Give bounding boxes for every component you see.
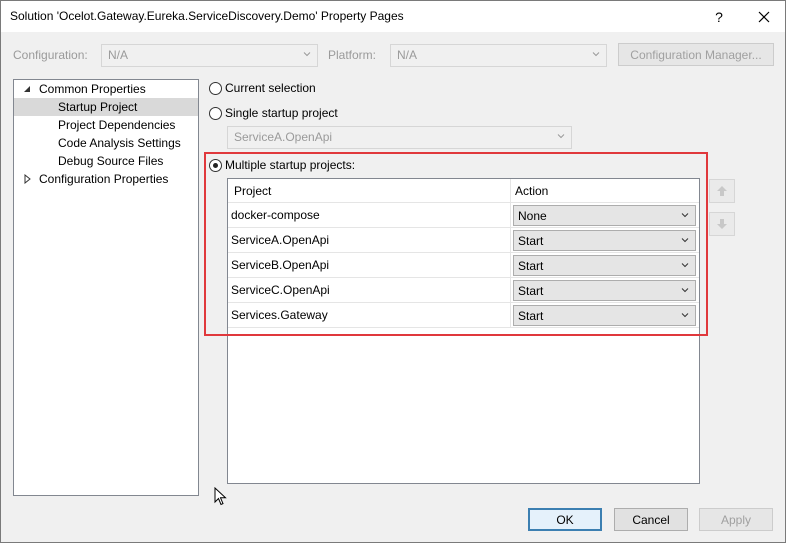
help-button[interactable]: ? xyxy=(701,1,737,32)
configuration-value: N/A xyxy=(108,48,129,62)
configuration-label: Configuration: xyxy=(13,48,88,62)
mouse-cursor-icon xyxy=(214,487,227,506)
apply-button[interactable]: Apply xyxy=(699,508,773,531)
current-selection-radio[interactable] xyxy=(209,82,222,95)
single-startup-select[interactable]: ServiceA.OpenApi xyxy=(227,126,572,149)
tree-item-startup-project[interactable]: Startup Project xyxy=(14,98,198,116)
expanded-triangle-icon xyxy=(24,86,30,92)
tree-item-label: Project Dependencies xyxy=(58,118,176,132)
chevron-down-icon xyxy=(592,52,600,57)
move-down-button[interactable] xyxy=(709,212,735,236)
title-bar: Solution 'Ocelot.Gateway.Eureka.ServiceD… xyxy=(1,1,785,32)
configuration-manager-label: Configuration Manager... xyxy=(630,47,762,62)
tree-item-label: Startup Project xyxy=(58,100,138,114)
collapsed-triangle-icon xyxy=(24,174,31,184)
arrow-down-icon xyxy=(717,219,727,229)
tree-item-common-properties[interactable]: Common Properties xyxy=(14,80,198,98)
tree-item-debug-source-files[interactable]: Debug Source Files xyxy=(14,152,198,170)
tree-item-label: Common Properties xyxy=(39,82,146,96)
arrow-up-icon xyxy=(717,186,727,196)
chevron-down-icon xyxy=(557,134,565,139)
ok-button[interactable]: OK xyxy=(528,508,602,531)
single-startup-label: Single startup project xyxy=(225,106,338,120)
platform-select[interactable]: N/A xyxy=(390,44,607,67)
tree-item-code-analysis-settings[interactable]: Code Analysis Settings xyxy=(14,134,198,152)
current-selection-label: Current selection xyxy=(225,81,316,95)
single-startup-radio[interactable] xyxy=(209,107,222,120)
tree-item-label: Debug Source Files xyxy=(58,154,164,168)
cancel-button[interactable]: Cancel xyxy=(614,508,688,531)
tree-item-project-dependencies[interactable]: Project Dependencies xyxy=(14,116,198,134)
move-up-button[interactable] xyxy=(709,179,735,203)
close-button[interactable] xyxy=(743,1,785,32)
help-label: ? xyxy=(715,8,723,25)
platform-label: Platform: xyxy=(328,48,377,62)
apply-label: Apply xyxy=(720,512,752,527)
tree-item-label: Configuration Properties xyxy=(39,172,169,186)
tree-item-configuration-properties[interactable]: Configuration Properties xyxy=(14,170,198,188)
configuration-manager-button[interactable]: Configuration Manager... xyxy=(618,43,774,66)
highlight-annotation xyxy=(204,152,708,336)
configuration-select[interactable]: N/A xyxy=(101,44,318,67)
single-startup-value: ServiceA.OpenApi xyxy=(234,130,333,144)
close-icon xyxy=(758,11,770,22)
property-pages-dialog: Solution 'Ocelot.Gateway.Eureka.ServiceD… xyxy=(0,0,786,543)
property-tree: Common Properties Startup Project Projec… xyxy=(13,79,199,496)
cancel-label: Cancel xyxy=(632,512,670,527)
platform-value: N/A xyxy=(397,48,418,62)
chevron-down-icon xyxy=(303,52,311,57)
ok-label: OK xyxy=(556,512,574,527)
window-title: Solution 'Ocelot.Gateway.Eureka.ServiceD… xyxy=(10,9,404,23)
tree-item-label: Code Analysis Settings xyxy=(58,136,181,150)
